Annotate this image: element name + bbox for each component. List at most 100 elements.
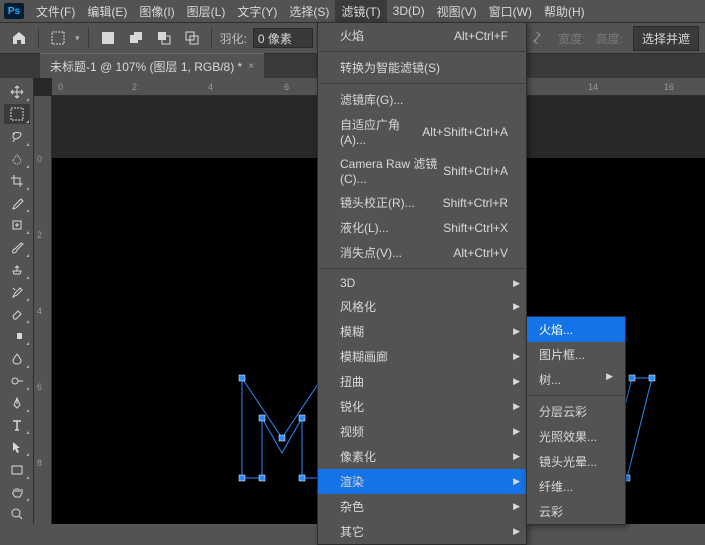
feather-input[interactable] (253, 28, 313, 48)
menu-separator (319, 83, 525, 84)
menu-item-label: 镜头校正(R)... (340, 194, 415, 211)
menu-item[interactable]: 液化(L)...Shift+Ctrl+X (318, 215, 526, 240)
menu-item-label: 锐化 (340, 398, 364, 415)
path-select-tool[interactable] (4, 437, 30, 457)
swap-icon[interactable] (526, 27, 548, 49)
menu-item-label: 液化(L)... (340, 219, 389, 236)
hand-tool[interactable] (4, 482, 30, 502)
subtract-selection-icon[interactable] (153, 27, 175, 49)
menu-item-label: 模糊画廊 (340, 348, 388, 365)
menu-view[interactable]: 视图(V) (431, 0, 483, 23)
type-tool[interactable] (4, 415, 30, 435)
close-icon[interactable]: × (248, 61, 254, 72)
menu-edit[interactable]: 编辑(E) (81, 0, 133, 23)
menu-layer[interactable]: 图层(L) (181, 0, 232, 23)
blur-tool[interactable] (4, 348, 30, 368)
submenu-item[interactable]: 树...▶ (527, 367, 625, 392)
menu-item-shortcut: Alt+Shift+Ctrl+A (422, 125, 508, 139)
menu-item[interactable]: 风格化▶ (318, 294, 526, 319)
submenu-item[interactable]: 镜头光晕... (527, 449, 625, 474)
submenu-item[interactable]: 光照效果... (527, 424, 625, 449)
gradient-tool[interactable] (4, 326, 30, 346)
menu-item[interactable]: 火焰 Alt+Ctrl+F (318, 23, 526, 48)
menu-item-shortcut: Shift+Ctrl+R (443, 196, 508, 210)
menu-item-label: 像素化 (340, 448, 376, 465)
menu-item[interactable]: 扭曲▶ (318, 369, 526, 394)
eraser-tool[interactable] (4, 304, 30, 324)
menu-select[interactable]: 选择(S) (283, 0, 335, 23)
ruler-vertical: 0 2 4 6 8 10 (34, 96, 52, 524)
menu-separator (319, 268, 525, 269)
pen-tool[interactable] (4, 393, 30, 413)
zoom-tool[interactable] (4, 504, 30, 524)
rectangle-tool[interactable] (4, 459, 30, 479)
ruler-tick: 0 (37, 154, 42, 164)
menu-item[interactable]: 自适应广角(A)...Alt+Shift+Ctrl+A (318, 112, 526, 151)
menu-item[interactable]: 转换为智能滤镜(S) (318, 55, 526, 80)
menu-item[interactable]: 镜头校正(R)... Shift+Ctrl+R (318, 190, 526, 215)
menu-window[interactable]: 窗口(W) (483, 0, 538, 23)
marquee-tool[interactable] (4, 104, 30, 124)
menu-item[interactable]: 3D ▶ (318, 272, 526, 294)
menu-filter[interactable]: 滤镜(T) (335, 0, 386, 23)
submenu-arrow-icon: ▶ (513, 376, 520, 387)
ruler-tick: 6 (284, 82, 289, 92)
dropdown-icon[interactable]: ▾ (75, 33, 80, 44)
menu-item-label: 滤镜库(G)... (340, 91, 403, 108)
menu-item[interactable]: 滤镜库(G)... (318, 87, 526, 112)
dodge-tool[interactable] (4, 371, 30, 391)
move-tool[interactable] (4, 82, 30, 102)
menu-item[interactable]: 视频 ▶ (318, 419, 526, 444)
ruler-tick: 2 (37, 230, 42, 240)
menu-type[interactable]: 文字(Y) (231, 0, 283, 23)
new-selection-icon[interactable] (97, 27, 119, 49)
menu-image[interactable]: 图像(I) (133, 0, 180, 23)
menu-item[interactable]: 锐化▶ (318, 394, 526, 419)
menu-item[interactable]: 像素化▶ (318, 444, 526, 469)
submenu-arrow-icon: ▶ (513, 351, 520, 362)
menu-item[interactable]: 其它▶ (318, 519, 526, 544)
submenu-arrow-icon: ▶ (513, 426, 520, 437)
menu-3d[interactable]: 3D(D) (387, 1, 431, 21)
history-brush-tool[interactable] (4, 282, 30, 302)
menu-item-label: 自适应广角(A)... (340, 116, 422, 147)
menu-item[interactable]: 渲染▶ (318, 469, 526, 494)
intersect-selection-icon[interactable] (181, 27, 203, 49)
menu-item-shortcut: Alt+Ctrl+F (454, 29, 508, 43)
menu-item-shortcut: Shift+Ctrl+A (443, 164, 508, 178)
submenu-item[interactable]: 纤维... (527, 474, 625, 499)
menu-item[interactable]: 杂色▶ (318, 494, 526, 519)
add-selection-icon[interactable] (125, 27, 147, 49)
submenu-item[interactable]: 分层云彩 (527, 399, 625, 424)
menu-item-label: 3D (340, 276, 355, 290)
marquee-tool-icon[interactable] (47, 27, 69, 49)
clone-stamp-tool[interactable] (4, 260, 30, 280)
document-tab[interactable]: 未标题-1 @ 107% (图层 1, RGB/8) * × (40, 53, 264, 79)
lasso-tool[interactable] (4, 126, 30, 146)
crop-tool[interactable] (4, 171, 30, 191)
brush-tool[interactable] (4, 237, 30, 257)
submenu-item[interactable]: 云彩 (527, 499, 625, 524)
menu-item-label: 杂色 (340, 498, 364, 515)
eyedropper-tool[interactable] (4, 193, 30, 213)
menu-item-shortcut: Alt+Ctrl+V (453, 246, 508, 260)
menu-item: 模糊画廊 ▶ (318, 344, 526, 369)
menu-help[interactable]: 帮助(H) (538, 0, 591, 23)
menu-item[interactable]: 消失点(V)... Alt+Ctrl+V (318, 240, 526, 265)
home-icon[interactable] (8, 27, 30, 49)
submenu-arrow-icon: ▶ (513, 278, 520, 289)
menu-item-label: 转换为智能滤镜(S) (340, 59, 440, 76)
submenu-item[interactable]: 图片框... (527, 342, 625, 367)
submenu-item[interactable]: 火焰... (527, 317, 625, 342)
ruler-tick: 6 (37, 382, 42, 392)
select-and-mask-button[interactable]: 选择并遮 (633, 26, 699, 51)
spot-heal-tool[interactable] (4, 215, 30, 235)
menubar: Ps 文件(F) 编辑(E) 图像(I) 图层(L) 文字(Y) 选择(S) 滤… (0, 0, 705, 22)
menu-item[interactable]: Camera Raw 滤镜(C)...Shift+Ctrl+A (318, 151, 526, 190)
menu-item-label: 火焰 (340, 27, 364, 44)
menu-item-label: 视频 (340, 423, 364, 440)
quick-select-tool[interactable] (4, 149, 30, 169)
menu-item[interactable]: 模糊▶ (318, 319, 526, 344)
menu-item-label: 消失点(V)... (340, 244, 402, 261)
menu-file[interactable]: 文件(F) (30, 0, 81, 23)
